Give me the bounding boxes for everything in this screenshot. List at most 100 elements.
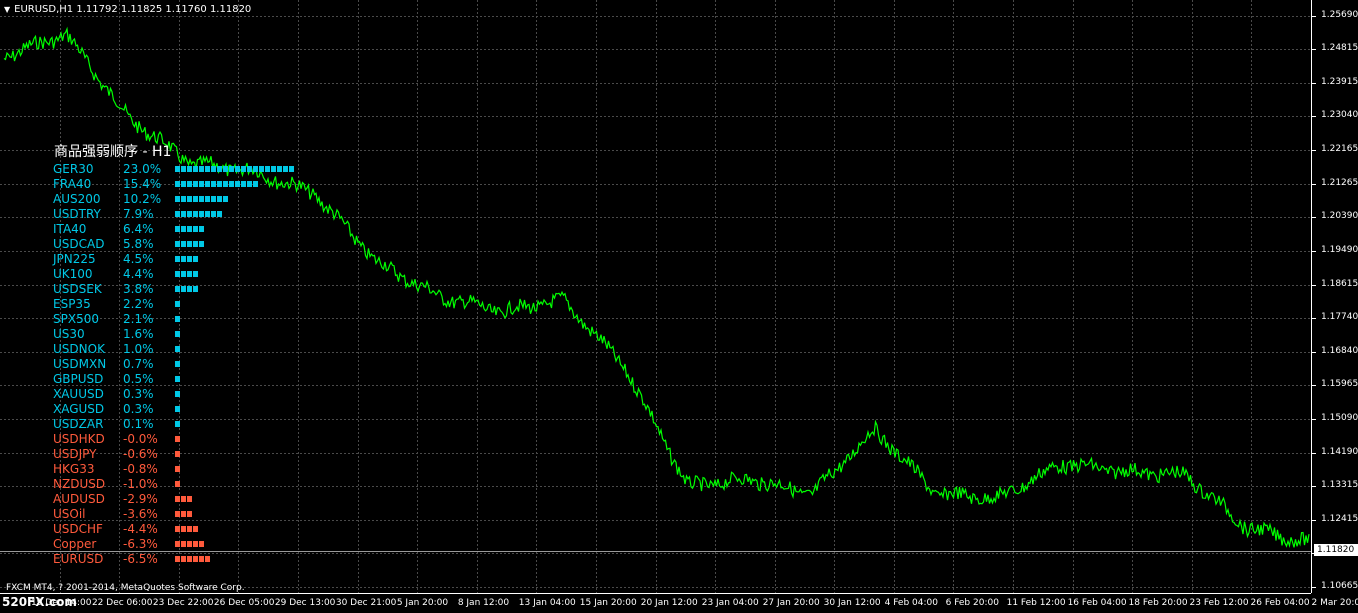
- price-axis-label: 1.13315: [1321, 479, 1358, 490]
- indicator-percent: -0.0%: [123, 432, 158, 446]
- strength-block: [217, 166, 222, 172]
- strength-block: [199, 226, 204, 232]
- strength-bar: [175, 211, 222, 218]
- indicator-symbol: USDMXN: [53, 357, 107, 371]
- strength-block: [175, 316, 180, 322]
- indicator-symbol: USDJPY: [53, 447, 97, 461]
- strength-block: [277, 166, 282, 172]
- strength-block: [223, 196, 228, 202]
- strength-block: [211, 211, 216, 217]
- strength-block: [223, 181, 228, 187]
- time-axis-label: 18 Feb 20:00: [1128, 598, 1188, 608]
- price-axis-label: 1.25690: [1321, 9, 1358, 20]
- strength-block: [175, 286, 180, 292]
- indicator-symbol: UK100: [53, 267, 93, 281]
- strength-block: [187, 286, 192, 292]
- indicator-symbol: GBPUSD: [53, 372, 104, 386]
- strength-block: [181, 256, 186, 262]
- indicator-symbol: XAUUSD: [53, 387, 104, 401]
- strength-block: [187, 511, 192, 517]
- strength-block: [181, 526, 186, 532]
- strength-block: [181, 196, 186, 202]
- indicator-symbol: USDCHF: [53, 522, 103, 536]
- indicator-percent: 4.5%: [123, 252, 154, 266]
- price-axis-label: 1.16840: [1321, 345, 1358, 356]
- strength-block: [181, 181, 186, 187]
- strength-bar: [175, 421, 180, 428]
- strength-block: [181, 511, 186, 517]
- strength-block: [175, 556, 180, 562]
- indicator-percent: 7.9%: [123, 207, 154, 221]
- strength-bar: [175, 286, 198, 293]
- indicator-percent: 15.4%: [123, 177, 162, 191]
- price-axis-label: 1.20390: [1321, 211, 1358, 222]
- symbol-info: EURUSD,H1 1.11792 1.11825 1.11760 1.1182…: [14, 4, 252, 15]
- strength-block: [205, 556, 210, 562]
- time-axis-label: 15 Jan 20:00: [579, 598, 637, 608]
- chart-grid: [0, 0, 1311, 593]
- time-axis-label: 11 Feb 12:00: [1006, 598, 1066, 608]
- price-axis-label: 1.10665: [1321, 580, 1358, 591]
- strength-bar: [175, 346, 180, 353]
- price-axis-label: 1.22165: [1321, 143, 1358, 154]
- strength-bar: [175, 526, 198, 533]
- strength-block: [211, 181, 216, 187]
- indicator-percent: 0.3%: [123, 402, 154, 416]
- indicator-symbol: HKG33: [53, 462, 95, 476]
- time-axis-label: 16 Feb 04:00: [1067, 598, 1127, 608]
- strength-block: [175, 361, 180, 367]
- price-chart[interactable]: [0, 0, 1358, 613]
- strength-block: [205, 181, 210, 187]
- strength-block: [187, 181, 192, 187]
- indicator-symbol: ITA40: [53, 222, 87, 236]
- indicator-symbol: Copper: [53, 537, 97, 551]
- strength-bar: [175, 406, 180, 413]
- strength-block: [271, 166, 276, 172]
- strength-block: [187, 226, 192, 232]
- strength-block: [193, 181, 198, 187]
- strength-block: [175, 166, 180, 172]
- chevron-down-icon[interactable]: ▼: [4, 5, 10, 14]
- strength-block: [199, 241, 204, 247]
- strength-block: [181, 541, 186, 547]
- strength-block: [175, 181, 180, 187]
- indicator-symbol: USDHKD: [53, 432, 105, 446]
- strength-bar: [175, 466, 180, 473]
- time-axis-label: 4 Feb 04:00: [884, 598, 938, 608]
- indicator-percent: 1.0%: [123, 342, 154, 356]
- time-axis-label: 22 Dec 06:00: [91, 598, 153, 608]
- strength-block: [253, 166, 258, 172]
- indicator-percent: -4.4%: [123, 522, 158, 536]
- time-axis-label: 23 Dec 22:00: [152, 598, 214, 608]
- strength-bar: [175, 481, 180, 488]
- indicator-percent: 0.3%: [123, 387, 154, 401]
- indicator-percent: 23.0%: [123, 162, 162, 176]
- strength-block: [175, 481, 180, 487]
- time-axis-label: 27 Jan 20:00: [762, 598, 820, 608]
- strength-bar: [175, 436, 180, 443]
- price-axis-label: 1.12415: [1321, 514, 1358, 525]
- strength-block: [175, 196, 180, 202]
- time-axis-label: 20 Jan 12:00: [640, 598, 698, 608]
- strength-block: [283, 166, 288, 172]
- strength-block: [187, 496, 192, 502]
- strength-block: [247, 166, 252, 172]
- strength-bar: [175, 301, 180, 308]
- strength-block: [205, 211, 210, 217]
- strength-block: [241, 166, 246, 172]
- indicator-title: 商品强弱顺序 - H1: [54, 144, 172, 160]
- strength-bar: [175, 316, 180, 323]
- strength-block: [181, 211, 186, 217]
- strength-block: [181, 241, 186, 247]
- indicator-symbol: AUS200: [53, 192, 101, 206]
- strength-block: [175, 451, 180, 457]
- strength-bar: [175, 226, 204, 233]
- strength-block: [193, 541, 198, 547]
- indicator-symbol: NZDUSD: [53, 477, 106, 491]
- strength-block: [235, 166, 240, 172]
- indicator-percent: -0.6%: [123, 447, 158, 461]
- strength-block: [187, 256, 192, 262]
- strength-block: [175, 241, 180, 247]
- strength-block: [217, 196, 222, 202]
- strength-block: [259, 166, 264, 172]
